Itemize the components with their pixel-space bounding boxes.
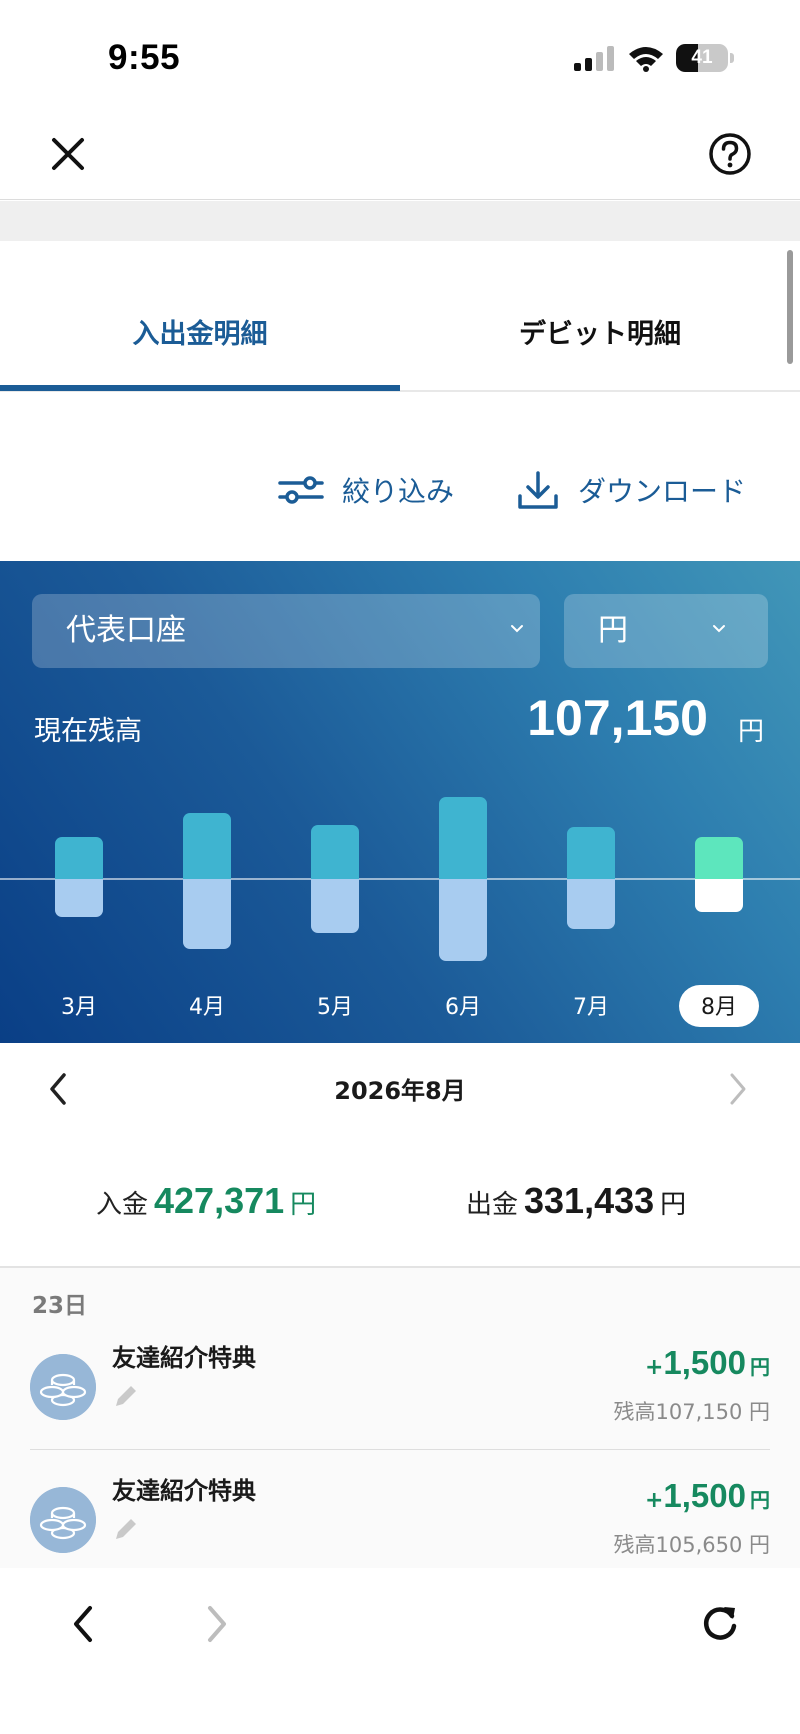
withdrawal-bar-cap <box>183 879 231 887</box>
chevron-down-icon <box>511 625 523 633</box>
nav-header <box>0 110 800 200</box>
chart-bar-4[interactable] <box>439 797 487 961</box>
transaction-balance: 残高105,650 円 <box>613 1533 770 1557</box>
month-navigator: 2026年8月 <box>0 1043 800 1133</box>
withdrawal-bar-cap <box>311 879 359 887</box>
balance-label: 現在残高 <box>34 716 142 747</box>
download-icon <box>518 471 558 509</box>
chart-bar-2[interactable] <box>183 813 231 949</box>
deposit-bar <box>567 827 615 887</box>
tab-bar: 入出金明細 デビット明細 <box>0 270 800 392</box>
amount-unit: 円 <box>750 1355 770 1379</box>
download-button[interactable]: ダウンロード <box>516 470 746 510</box>
month-tick-label[interactable]: 5月 <box>317 995 353 1020</box>
currency-select[interactable]: 円 <box>564 594 768 668</box>
transaction-row[interactable]: 友達紹介特典 +1,500 円 残高105,650 円 <box>30 1463 770 1583</box>
back-arrow-icon[interactable] <box>66 1602 100 1646</box>
balance-unit: 円 <box>738 717 765 747</box>
deposit-bar <box>311 825 359 887</box>
coins-icon <box>30 1354 96 1420</box>
tab-active-indicator <box>0 385 400 391</box>
withdrawal-bar-cap <box>567 879 615 887</box>
withdrawal-bar <box>311 879 359 933</box>
battery-icon: 41 <box>676 44 734 72</box>
filter-sliders-icon <box>278 476 324 504</box>
tab-debit[interactable]: デビット明細 <box>400 270 800 390</box>
account-select[interactable]: 代表口座 <box>32 594 540 668</box>
month-tick-label[interactable]: 6月 <box>445 995 481 1020</box>
chart-bar-5[interactable] <box>567 827 615 929</box>
withdrawal-bar-cap <box>439 879 487 887</box>
withdrawal-bar <box>183 879 231 949</box>
forward-arrow-icon[interactable] <box>200 1602 234 1646</box>
account-name: 代表口座 <box>66 613 186 648</box>
transaction-list: 23日 友達紹介特典 +1,500 円 残高107,150 円 友達紹介特典 +… <box>0 1268 800 1568</box>
deposit-bar <box>439 797 487 887</box>
currency-label: 円 <box>598 613 628 648</box>
chevron-down-icon <box>713 625 725 633</box>
chart-bar-1[interactable] <box>55 837 103 917</box>
amount-value: 1,500 <box>663 1477 746 1514</box>
deposit-bar <box>183 813 231 887</box>
sheet-backdrop <box>0 201 800 241</box>
month-tick-label[interactable]: 7月 <box>573 995 609 1020</box>
withdrawal-bar-cap <box>695 879 743 887</box>
status-bar: 9:55 41 <box>0 0 800 110</box>
battery-level: 41 <box>691 47 713 68</box>
pencil-icon[interactable] <box>112 1382 140 1410</box>
transaction-row[interactable]: 友達紹介特典 +1,500 円 残高107,150 円 <box>30 1330 770 1450</box>
cellular-signal-icon <box>574 46 614 71</box>
amount-unit: 円 <box>750 1488 770 1512</box>
filter-button[interactable]: 絞り込み <box>278 470 454 510</box>
action-row: 絞り込み ダウンロード <box>0 460 800 520</box>
coins-icon <box>30 1487 96 1553</box>
transaction-title: 友達紹介特典 <box>112 1344 256 1372</box>
amount-sign: + <box>644 1488 664 1513</box>
transaction-amount: +1,500 円 <box>645 1477 770 1515</box>
expense-unit: 円 <box>660 1190 687 1220</box>
tab-deposits-withdrawals[interactable]: 入出金明細 <box>0 270 400 390</box>
bottom-toolbar <box>0 1568 800 1734</box>
balance-amount: 107,150 <box>527 690 708 746</box>
download-label: ダウンロード <box>578 475 747 508</box>
income-label: 入金 <box>96 1190 149 1220</box>
pencil-icon[interactable] <box>112 1515 140 1543</box>
expense-label: 出金 <box>466 1190 519 1220</box>
reload-icon[interactable] <box>698 1602 742 1646</box>
chevron-right-icon[interactable] <box>722 1069 752 1109</box>
date-header: 23日 <box>32 1293 88 1319</box>
chart-bar-3[interactable] <box>311 825 359 933</box>
withdrawal-bar <box>439 879 487 961</box>
month-tick-label[interactable]: 3月 <box>61 995 97 1020</box>
filter-label: 絞り込み <box>342 475 455 508</box>
transaction-amount: +1,500 円 <box>645 1344 770 1382</box>
expense-summary: 出金 331,433 円 <box>466 1180 686 1222</box>
help-icon[interactable] <box>708 132 752 176</box>
chart-bar-6[interactable] <box>695 837 743 912</box>
monthly-summary: 入金 427,371 円 出金 331,433 円 <box>0 1160 800 1240</box>
balance-panel: 3月 4月 5月 6月 7月 8月 代表口座 円 現在残高 107,150 円 <box>0 561 800 1043</box>
withdrawal-bar-cap <box>55 879 103 887</box>
income-summary: 入金 427,371 円 <box>96 1180 316 1222</box>
month-title: 2026年8月 <box>334 1077 466 1105</box>
amount-sign: + <box>644 1355 664 1380</box>
amount-value: 1,500 <box>663 1344 746 1381</box>
month-tick-label[interactable]: 4月 <box>189 995 225 1020</box>
transaction-balance: 残高107,150 円 <box>613 1400 770 1424</box>
close-icon[interactable] <box>48 134 88 174</box>
expense-value: 331,433 <box>524 1180 655 1221</box>
income-unit: 円 <box>290 1190 317 1220</box>
transaction-title: 友達紹介特典 <box>112 1477 256 1505</box>
month-tick-label[interactable]: 8月 <box>701 995 737 1020</box>
wifi-icon <box>629 47 663 72</box>
status-time: 9:55 <box>108 38 181 77</box>
income-value: 427,371 <box>154 1180 285 1221</box>
